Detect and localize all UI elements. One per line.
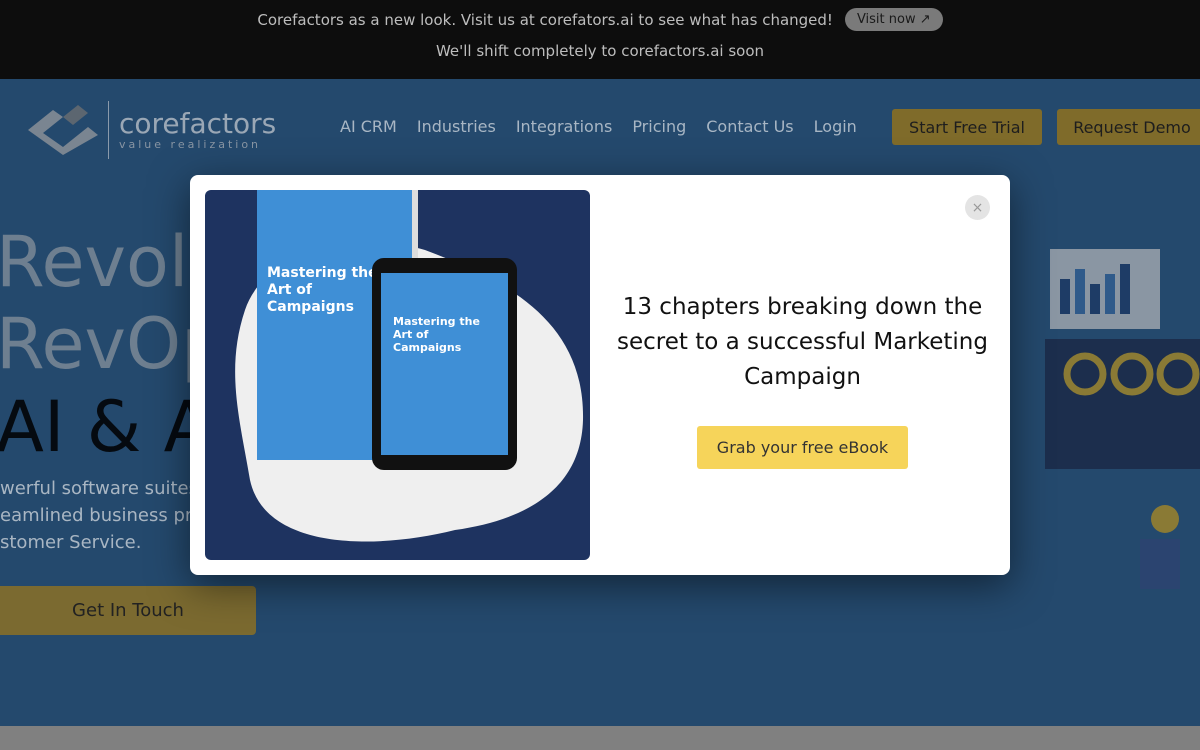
logo-tagline: value realization	[119, 137, 262, 151]
tablet: Mastering the Art of Campaigns	[372, 258, 517, 470]
dashboard-illustration	[1045, 249, 1200, 589]
popup-headline: 13 chapters breaking down the secret to …	[617, 294, 988, 390]
nav-industries[interactable]: Industries	[417, 117, 496, 136]
book-title: Mastering the Art of Campaigns	[267, 265, 378, 315]
hero-text-1: werful software suites	[0, 478, 198, 499]
announcement-banner: Corefactors as a new look. Visit us at c…	[0, 0, 1200, 79]
ebook-image: Mastering the Art of Campaigns Mastering…	[205, 190, 590, 560]
main-nav: AI CRM Industries Integrations Pricing C…	[340, 117, 857, 136]
tablet-book-title: Mastering the Art of Campaigns	[393, 315, 480, 354]
nav-ai-crm[interactable]: AI CRM	[340, 117, 397, 136]
get-in-touch-button[interactable]: Get In Touch	[0, 586, 256, 635]
nav-integrations[interactable]: Integrations	[516, 117, 613, 136]
close-button[interactable]: ×	[965, 195, 990, 220]
visit-now-button[interactable]: Visit now ↗	[844, 8, 943, 31]
request-demo-button[interactable]: Request Demo	[1057, 109, 1200, 145]
grab-ebook-button[interactable]: Grab your free eBook	[697, 426, 908, 469]
hero-text-2: eamlined business pr	[0, 505, 193, 526]
hero-text-3: stomer Service.	[0, 532, 142, 553]
nav-pricing[interactable]: Pricing	[632, 117, 686, 136]
footer-strip	[0, 726, 1200, 750]
nav-login[interactable]: Login	[814, 117, 857, 136]
start-free-trial-button[interactable]: Start Free Trial	[892, 109, 1042, 145]
nav-contact-us[interactable]: Contact Us	[706, 117, 793, 136]
banner-message: Corefactors as a new look. Visit us at c…	[257, 10, 833, 29]
logo-name: corefactors	[119, 106, 277, 140]
logo-icon	[28, 105, 98, 155]
ebook-popup: Mastering the Art of Campaigns Mastering…	[190, 175, 1010, 575]
banner-subtext: We'll shift completely to corefactors.ai…	[435, 42, 765, 60]
logo[interactable]: corefactors value realization	[28, 101, 276, 159]
